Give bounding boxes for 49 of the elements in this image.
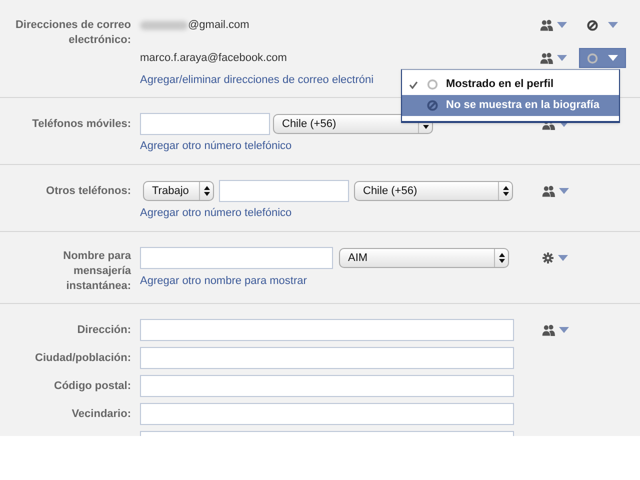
caret-icon (608, 22, 618, 28)
service-select[interactable]: AIM (339, 248, 509, 268)
people-icon (540, 52, 553, 64)
link[interactable]: Agregar/eliminar direcciones de correo electróni (140, 73, 374, 87)
gear-icon (542, 252, 554, 264)
circle-icon (427, 79, 438, 90)
menu-item[interactable]: No se muestra en la biografía (402, 95, 619, 116)
check-icon (409, 80, 418, 88)
caret-icon (608, 55, 618, 61)
link[interactable]: Agregar otro número telefónico (140, 139, 292, 153)
caret-icon (558, 255, 568, 261)
input-field[interactable] (140, 113, 270, 135)
circle-icon (587, 52, 598, 64)
input-field[interactable] (140, 375, 514, 397)
field-label: Dirección: (77, 322, 131, 338)
prohibited-icon (427, 100, 438, 111)
email-address: @gmail.com (188, 18, 250, 33)
up-down-arrow-icon (204, 186, 210, 196)
people-icon (542, 324, 555, 336)
menu-item[interactable]: Mostrado en el perfil (402, 74, 619, 95)
input-field[interactable] (140, 347, 514, 369)
blurred-text (140, 20, 188, 30)
up-down-arrow-icon (498, 253, 504, 263)
email-address: marco.f.araya@facebook.com (140, 50, 287, 66)
caret-icon (559, 327, 569, 333)
field-label: Otros teléfonos: (46, 184, 131, 199)
input-field[interactable] (140, 403, 514, 425)
people-icon (540, 19, 553, 31)
visibility-selector[interactable] (579, 48, 626, 68)
country-select[interactable]: Chile (+56) (273, 114, 433, 134)
country-select[interactable]: Chile (+56) (354, 181, 513, 201)
phone-type-select[interactable]: Trabajo (143, 181, 214, 201)
link[interactable]: Agregar otro número telefónico (140, 206, 292, 220)
field-label: Ciudad/población: (35, 350, 131, 366)
field-label: Nombre para mensajería instantánea: (62, 249, 131, 294)
input-field[interactable] (219, 180, 349, 202)
people-icon (542, 185, 555, 197)
field-label: Vecindario: (72, 406, 131, 422)
field-label: Direcciones de correo electrónico: (14, 18, 131, 48)
up-down-arrow-icon (502, 186, 508, 196)
prohibited-icon (587, 20, 598, 30)
caret-icon (559, 188, 569, 194)
link[interactable]: Agregar otro nombre para mostrar (140, 274, 307, 288)
field-label: Teléfonos móviles: (32, 117, 131, 132)
caret-icon (557, 55, 567, 61)
input-field[interactable] (140, 247, 333, 269)
field-label: Código postal: (54, 378, 131, 394)
input-field[interactable] (140, 319, 514, 341)
caret-icon (557, 22, 567, 28)
